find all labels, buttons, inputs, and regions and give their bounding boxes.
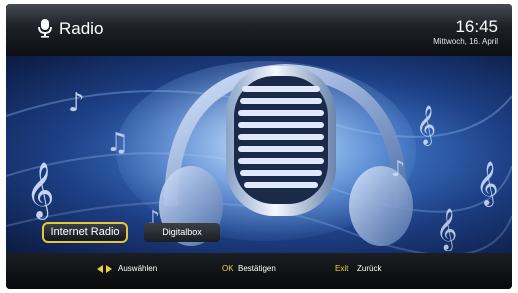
exit-key-label: Exit [335,264,349,273]
svg-text:𝄞: 𝄞 [476,161,498,207]
svg-text:𝄞: 𝄞 [26,162,54,220]
svg-text:𝄞: 𝄞 [436,208,457,251]
header-bar: Radio 16:45 Mittwoch, 16. April [6,4,512,56]
arrow-left-icon [97,265,103,273]
svg-text:♪: ♪ [391,157,405,182]
svg-text:♫: ♫ [106,128,129,158]
exit-hint-label: Zurück [357,264,382,273]
svg-text:♪: ♪ [68,88,85,118]
arrow-right-icon [106,265,112,273]
tv-screen: Radio 16:45 Mittwoch, 16. April ♪ 𝄞 ♫ ♪ … [6,4,512,289]
ok-key-label: OK [222,264,234,273]
tab-internet-radio[interactable]: Internet Radio [42,222,128,243]
microphone-icon [38,19,52,38]
ok-hint-label: Bestätigen [238,264,276,273]
clock-date: Mittwoch, 16. April [433,37,498,46]
svg-text:𝄞: 𝄞 [416,105,436,146]
select-hint-label: Auswählen [118,264,158,273]
clock-time: 16:45 [455,17,498,36]
app-title: Radio [59,19,104,38]
tab-digitalbox[interactable]: Digitalbox [144,223,220,242]
